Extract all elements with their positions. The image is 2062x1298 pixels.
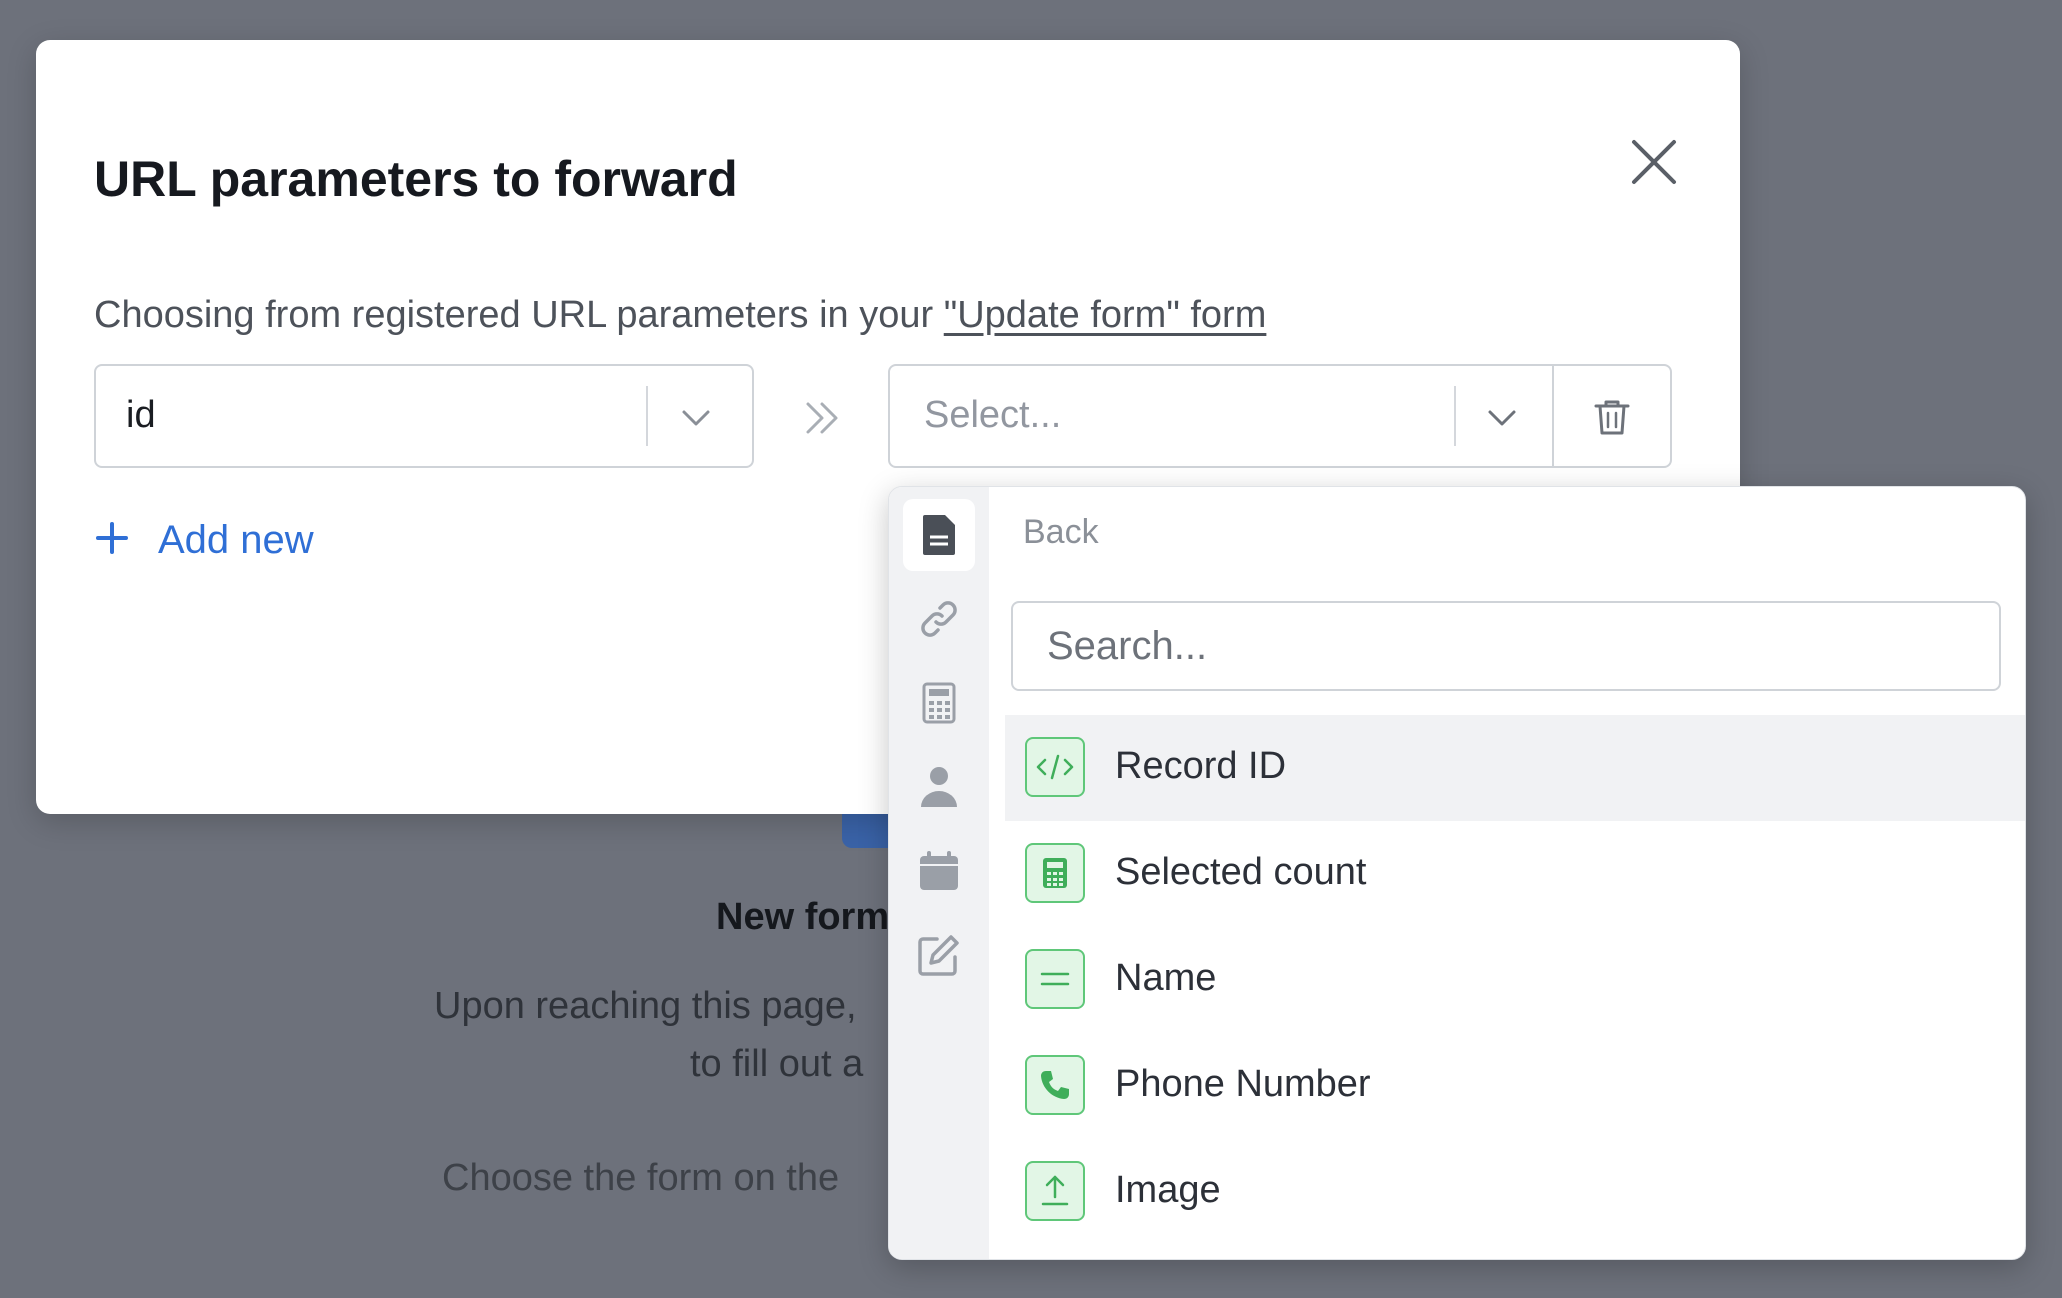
calculator-icon [922, 682, 956, 724]
category-link[interactable] [903, 583, 975, 655]
person-icon [921, 767, 957, 807]
field-list: Record ID Selected count Name Phone Numb… [1005, 715, 2025, 1245]
delete-row-button[interactable] [1552, 366, 1670, 466]
field-option-label: Record ID [1115, 745, 1287, 787]
modal-description: Choosing from registered URL parameters … [94, 294, 1266, 337]
field-option-label: Image [1115, 1169, 1221, 1211]
background-description: Choose the form on the [442, 1157, 840, 1199]
calendar-icon [920, 851, 958, 890]
target-field-placeholder: Select... [924, 394, 1062, 436]
select-divider [1454, 386, 1456, 446]
close-button[interactable] [1616, 124, 1692, 200]
category-document[interactable] [903, 499, 975, 571]
source-parameter-select[interactable]: id [94, 364, 754, 468]
trash-icon [1594, 400, 1630, 435]
code-icon [1025, 737, 1085, 797]
search-input[interactable] [1011, 601, 2001, 691]
category-calculator[interactable] [903, 667, 975, 739]
background-description: to fill out a [690, 1043, 864, 1085]
field-option-name[interactable]: Name [1005, 927, 2025, 1033]
category-rail [889, 487, 989, 1259]
category-user[interactable] [903, 751, 975, 823]
back-button[interactable]: Back [1023, 513, 1099, 552]
source-parameter-value: id [126, 394, 156, 436]
field-option-record-id[interactable]: Record ID [1005, 715, 2025, 821]
link-icon [921, 601, 957, 637]
upload-icon [1025, 1161, 1085, 1221]
add-new-label: Add new [158, 518, 314, 562]
text-lines-icon [1025, 949, 1085, 1009]
phone-icon [1025, 1055, 1085, 1115]
chevron-down-icon[interactable] [1478, 394, 1526, 442]
category-edit[interactable] [903, 919, 975, 991]
select-divider [646, 386, 648, 446]
field-option-label: Selected count [1115, 851, 1367, 893]
chevron-down-icon[interactable] [672, 394, 720, 442]
double-chevron-right-icon [806, 402, 838, 434]
target-field-select[interactable]: Select... [888, 364, 1672, 468]
description-text: Choosing from registered URL parameters … [94, 294, 944, 336]
update-form-link[interactable]: "Update form" form [944, 294, 1267, 336]
field-option-selected-count[interactable]: Selected count [1005, 821, 2025, 927]
edit-icon [918, 935, 959, 976]
field-option-image[interactable]: Image [1005, 1139, 2025, 1245]
plus-icon [96, 522, 128, 554]
background-description: Upon reaching this page, [434, 985, 857, 1027]
document-icon [923, 515, 955, 555]
field-picker-dropdown: Back Record ID [888, 486, 2026, 1260]
field-option-label: Phone Number [1115, 1063, 1371, 1105]
field-option-label: Name [1115, 957, 1217, 999]
calculator-icon [1025, 843, 1085, 903]
field-option-phone-number[interactable]: Phone Number [1005, 1033, 2025, 1139]
modal-title: URL parameters to forward [94, 151, 738, 207]
category-date[interactable] [903, 835, 975, 907]
close-icon [1632, 140, 1676, 184]
